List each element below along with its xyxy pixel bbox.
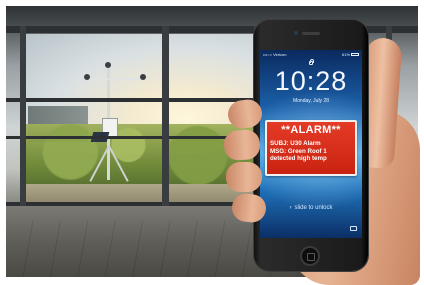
earpiece-speaker [302,32,320,35]
status-bar: •••○○ Verizon 61% [260,50,362,59]
window-transom [6,98,256,102]
alarm-body: SUBJ: U30 Alarm MSG: Green Roof 1 detect… [270,140,354,163]
lock-screen-date: Monday, July 28 [292,98,330,104]
battery-icon [351,53,359,56]
alarm-message-line-2: detected high temp [270,155,327,163]
lock-icon [309,59,314,65]
window-transom [6,136,256,139]
alarm-notification[interactable]: **ALARM** SUBJ: U30 Alarm MSG: Green Roo… [265,120,357,176]
window-mullion [20,26,26,208]
camera-icon[interactable] [350,226,357,231]
alarm-title: **ALARM** [281,124,341,136]
green-roof [24,184,256,204]
rain-sensor [105,62,111,68]
hand-finger [226,162,262,192]
battery-percent: 61% [341,52,350,57]
chevron-right-icon: › [289,205,292,211]
front-camera-icon [294,31,298,35]
lock-screen-time: 10:28 [274,66,348,96]
smartphone: •••○○ Verizon 61% 10:28 Monday, July 28 … [254,20,368,271]
slide-to-unlock[interactable]: › slide to unlock [260,203,362,213]
carrier-label: •••○○ Verizon [263,52,287,57]
alarm-subject: SUBJ: U30 Alarm [270,140,321,147]
slide-to-unlock-label: slide to unlock [294,205,333,211]
wind-vane [140,74,146,80]
station-crossarm [86,78,144,80]
alarm-message-line-1: MSG: Green Roof 1 [270,147,327,155]
anemometer-cup [84,74,90,80]
home-button[interactable] [300,246,320,266]
lock-screen[interactable]: •••○○ Verizon 61% 10:28 Monday, July 28 … [260,50,362,238]
window-mullion [162,26,169,208]
